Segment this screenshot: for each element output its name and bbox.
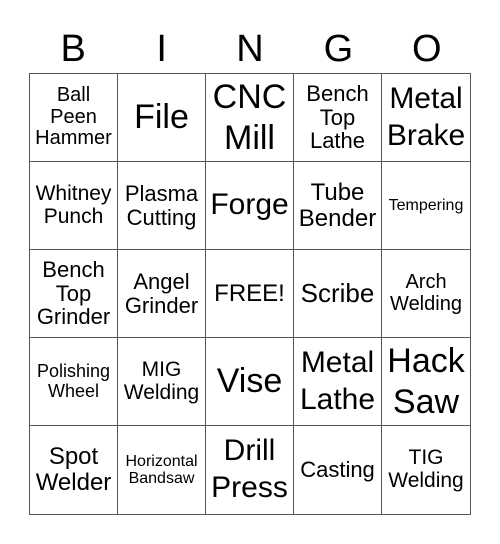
header-letter-o: O — [412, 28, 442, 70]
header-letter-g: G — [323, 28, 354, 70]
cell-text: Forge — [210, 188, 289, 222]
cell-text: Scribe — [300, 278, 375, 309]
bingo-cell[interactable]: File — [118, 74, 206, 162]
bingo-grid: Ball Peen Hammer File CNC Mill Bench Top… — [29, 73, 471, 515]
cell-text: Spot Welder — [35, 443, 112, 496]
cell-text: Angel Grinder — [124, 268, 199, 318]
cell-text: Vise — [216, 362, 283, 401]
bingo-cell[interactable]: Bench Top Lathe — [294, 74, 382, 162]
cell-text: File — [134, 98, 189, 137]
cell-text: Arch Welding — [390, 270, 462, 315]
free-space-cell[interactable]: FREE! — [206, 250, 294, 338]
cell-text: Tempering — [388, 196, 464, 214]
cell-text: Metal Brake — [386, 81, 466, 152]
bingo-cell[interactable]: Forge — [206, 162, 294, 250]
bingo-cell[interactable]: Whitney Punch — [30, 162, 118, 250]
cell-text: Plasma Cutting — [124, 180, 199, 230]
bingo-cell[interactable]: Vise — [206, 338, 294, 426]
bingo-cell[interactable]: Tube Bender — [294, 162, 382, 250]
cell-text: Horizontal Bandsaw — [125, 452, 198, 487]
bingo-cell[interactable]: Horizontal Bandsaw — [118, 426, 206, 514]
cell-text: FREE! — [214, 279, 285, 307]
bingo-cell[interactable]: Spot Welder — [30, 426, 118, 514]
bingo-cell[interactable]: Ball Peen Hammer — [30, 74, 118, 162]
bingo-cell[interactable]: MIG Welding — [118, 338, 206, 426]
cell-text: Tube Bender — [298, 178, 377, 232]
bingo-cell[interactable]: Plasma Cutting — [118, 162, 206, 250]
bingo-cell[interactable]: Arch Welding — [382, 250, 470, 338]
bingo-cell[interactable]: CNC Mill — [206, 74, 294, 162]
bingo-cell[interactable]: Polishing Wheel — [30, 338, 118, 426]
cell-text: Hack Saw — [387, 342, 465, 421]
cell-text: Metal Lathe — [299, 345, 376, 416]
cell-text: TIG Welding — [388, 446, 464, 492]
header-letter-b: B — [60, 28, 86, 70]
bingo-cell[interactable]: Drill Press — [206, 426, 294, 514]
bingo-cell[interactable]: Metal Brake — [382, 74, 470, 162]
bingo-cell[interactable]: Hack Saw — [382, 338, 470, 426]
cell-text: Casting — [300, 457, 375, 483]
bingo-cell[interactable]: Casting — [294, 426, 382, 514]
bingo-cell[interactable]: Scribe — [294, 250, 382, 338]
bingo-cell[interactable]: Angel Grinder — [118, 250, 206, 338]
cell-text: Polishing Wheel — [36, 361, 111, 401]
header-letter-i: I — [156, 28, 167, 70]
header-letter-n: N — [236, 28, 264, 70]
cell-text: Bench Top Lathe — [306, 80, 369, 154]
cell-text: CNC Mill — [212, 78, 287, 157]
cell-text: Whitney Punch — [35, 181, 112, 228]
bingo-cell[interactable]: TIG Welding — [382, 426, 470, 514]
bingo-cell[interactable]: Tempering — [382, 162, 470, 250]
cell-text: MIG Welding — [123, 357, 200, 404]
cell-text: Bench Top Grinder — [36, 256, 111, 330]
bingo-cell[interactable]: Metal Lathe — [294, 338, 382, 426]
bingo-cell[interactable]: Bench Top Grinder — [30, 250, 118, 338]
bingo-header: B I N G O — [29, 26, 471, 72]
cell-text: Ball Peen Hammer — [35, 84, 112, 150]
cell-text: Drill Press — [211, 434, 288, 504]
